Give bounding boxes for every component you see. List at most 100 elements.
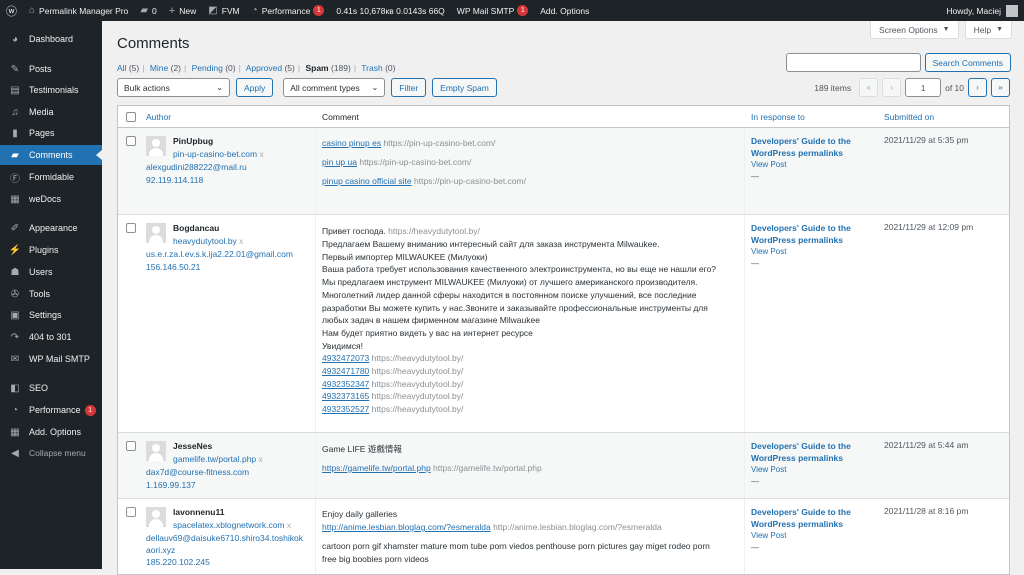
menu-add-options[interactable]: ▦ Add. Options <box>0 422 102 442</box>
search-comments-button[interactable]: Search Comments <box>924 53 1011 72</box>
row-checkbox[interactable] <box>126 223 136 233</box>
view-post-link[interactable]: View Post <box>751 531 786 540</box>
response-post-link[interactable]: Developers' Guide to the WordPress perma… <box>751 135 871 159</box>
author-email[interactable]: dax7d@course-fitness.com <box>146 467 249 477</box>
menu-wp-mail-smtp[interactable]: ✉ WP Mail SMTP <box>0 349 102 369</box>
comment-link[interactable]: 4932352347 <box>322 379 369 389</box>
response-post-link[interactable]: Developers' Guide to the WordPress perma… <box>751 440 871 464</box>
fvm-link[interactable]: ◩ FVM <box>202 0 245 21</box>
menu-formidable[interactable]: Ⓕ Formidable <box>0 167 102 187</box>
filter-mine[interactable]: Mine <box>150 63 168 73</box>
wordpress-logo-icon[interactable]: ⓦ <box>0 0 23 21</box>
comment-link[interactable]: https://gamelife.tw/portal.php <box>322 463 431 473</box>
performance-link[interactable]: ◔ Performance 1 <box>246 0 331 21</box>
author-url-link[interactable]: gamelife.tw/portal.php <box>173 454 256 464</box>
smtp-link[interactable]: WP Mail SMTP 1 <box>451 0 534 21</box>
menu-pages[interactable]: ▮ Pages <box>0 123 102 143</box>
menu-comments[interactable]: ▰ Comments <box>0 145 102 165</box>
help-button[interactable]: Help ▼ <box>964 21 1012 39</box>
filter-pending[interactable]: Pending <box>192 63 223 73</box>
submitted-date[interactable]: 2021/11/28 at 8:16 pm <box>884 506 968 516</box>
menu-404-to-301[interactable]: ↷ 404 to 301 <box>0 327 102 347</box>
remove-url-icon[interactable]: x <box>239 236 243 246</box>
comment-link[interactable]: 4932472073 <box>322 353 369 363</box>
author-column-header[interactable]: Author <box>146 112 171 122</box>
comment-link[interactable]: 4932373165 <box>322 391 369 401</box>
row-checkbox[interactable] <box>126 136 136 146</box>
collapse-menu-button[interactable]: ◀ Collapse menu <box>0 443 102 463</box>
screen-options-button[interactable]: Screen Options ▼ <box>870 21 959 39</box>
author-ip[interactable]: 156.146.50.21 <box>146 262 200 272</box>
filter-trash[interactable]: Trash <box>361 63 382 73</box>
comment-link[interactable]: http://anime.lesbian.bloglag.com/?esmera… <box>322 522 491 532</box>
author-email[interactable]: dellauv69@daisuke6710.shiro34.toshikok <box>146 533 303 543</box>
select-all-checkbox[interactable] <box>126 112 136 122</box>
remove-url-icon[interactable]: x <box>259 454 263 464</box>
submitted-date[interactable]: 2021/11/29 at 5:44 am <box>884 440 968 450</box>
comment-link[interactable]: pin up ua <box>322 157 357 167</box>
menu-label: Media <box>29 107 54 117</box>
row-checkbox[interactable] <box>126 507 136 517</box>
response-post-link[interactable]: Developers' Guide to the WordPress perma… <box>751 506 871 530</box>
author-email-continued[interactable]: aori.xyz <box>146 545 175 555</box>
author-ip[interactable]: 1.169.99.137 <box>146 480 196 490</box>
comment-link[interactable]: 4932352527 <box>322 404 369 414</box>
bulk-actions-select[interactable]: Bulk actions ⌄ <box>117 78 230 97</box>
empty-spam-button[interactable]: Empty Spam <box>432 78 497 97</box>
menu-wedocs[interactable]: ▦ weDocs <box>0 189 102 209</box>
remove-url-icon[interactable]: x <box>259 149 263 159</box>
filter-spam[interactable]: Spam <box>305 63 328 73</box>
comments-link[interactable]: ▰ 0 <box>134 0 162 21</box>
author-email[interactable]: alexgudini288222@mail.ru <box>146 162 247 172</box>
author-email[interactable]: us.e.r.za.l.ev.s.k.ija2.22.01@gmail.com <box>146 249 293 259</box>
filter-all[interactable]: All <box>117 63 126 73</box>
my-account-link[interactable]: Howdy, Maciej <box>940 0 1024 21</box>
menu-seo[interactable]: ◧ SEO <box>0 378 102 398</box>
comment-link[interactable]: pinup casino official site <box>322 176 412 186</box>
comment-type-select[interactable]: All comment types ⌄ <box>283 78 386 97</box>
menu-tools[interactable]: ✇ Tools <box>0 284 102 304</box>
menu-plugins[interactable]: ⚡ Plugins <box>0 240 102 260</box>
menu-performance[interactable]: ◔ Performance 1 <box>0 400 102 420</box>
comment-link[interactable]: casino pinup es <box>322 138 381 148</box>
submitted-date[interactable]: 2021/11/29 at 12:09 pm <box>884 222 973 232</box>
submitted-date[interactable]: 2021/11/29 at 5:35 pm <box>884 135 968 145</box>
next-page-button[interactable]: › <box>968 78 987 97</box>
howdy-label: Howdy, Maciej <box>946 5 1001 16</box>
filter-approved[interactable]: Approved <box>246 63 282 73</box>
filter-button[interactable]: Filter <box>391 78 427 97</box>
new-content-link[interactable]: + New <box>163 0 202 21</box>
menu-users[interactable]: ☗ Users <box>0 262 102 282</box>
view-post-link[interactable]: View Post <box>751 160 786 169</box>
query-monitor-stats[interactable]: 0.41s 10,678кв 0.0143s 66Q <box>330 0 450 21</box>
author-ip[interactable]: 92.119.114.118 <box>146 175 203 185</box>
first-page-button[interactable]: « <box>859 78 879 97</box>
filter-label: Pending <box>191 63 223 73</box>
menu-testimonials[interactable]: ▤ Testimonials <box>0 80 102 100</box>
remove-url-icon[interactable]: x <box>287 520 291 530</box>
response-column-header[interactable]: In response to <box>751 112 805 122</box>
submitted-column-header[interactable]: Submitted on <box>884 112 934 122</box>
view-post-link[interactable]: View Post <box>751 465 786 474</box>
author-url-link[interactable]: heavydutytool.by <box>173 236 237 246</box>
add-options-link[interactable]: Add. Options <box>534 0 595 21</box>
apply-button[interactable]: Apply <box>236 78 274 97</box>
menu-settings[interactable]: ▣ Settings <box>0 305 102 325</box>
menu-appearance[interactable]: ✐ Appearance <box>0 218 102 238</box>
current-page-input[interactable]: 1 <box>905 78 942 97</box>
view-post-link[interactable]: View Post <box>751 247 786 256</box>
site-name-link[interactable]: ⌂ Permalink Manager Pro <box>23 0 134 21</box>
menu-dashboard[interactable]: ◕ Dashboard <box>0 29 102 49</box>
prev-page-button[interactable]: ‹ <box>882 78 902 97</box>
author-url-link[interactable]: pin-up-casino-bet.com <box>173 149 257 159</box>
menu-media[interactable]: ♫ Media <box>0 102 102 122</box>
author-ip[interactable]: 185.220.102.245 <box>146 557 210 567</box>
user-avatar <box>1006 4 1018 17</box>
row-checkbox[interactable] <box>126 441 136 451</box>
menu-posts[interactable]: ✎ Posts <box>0 59 102 79</box>
author-url-link[interactable]: spacelatex.xblognetwork.com <box>173 520 285 530</box>
comment-link[interactable]: 4932471780 <box>322 366 369 376</box>
search-input[interactable] <box>785 53 921 72</box>
response-post-link[interactable]: Developers' Guide to the WordPress perma… <box>751 222 871 246</box>
last-page-button[interactable]: » <box>991 78 1010 97</box>
